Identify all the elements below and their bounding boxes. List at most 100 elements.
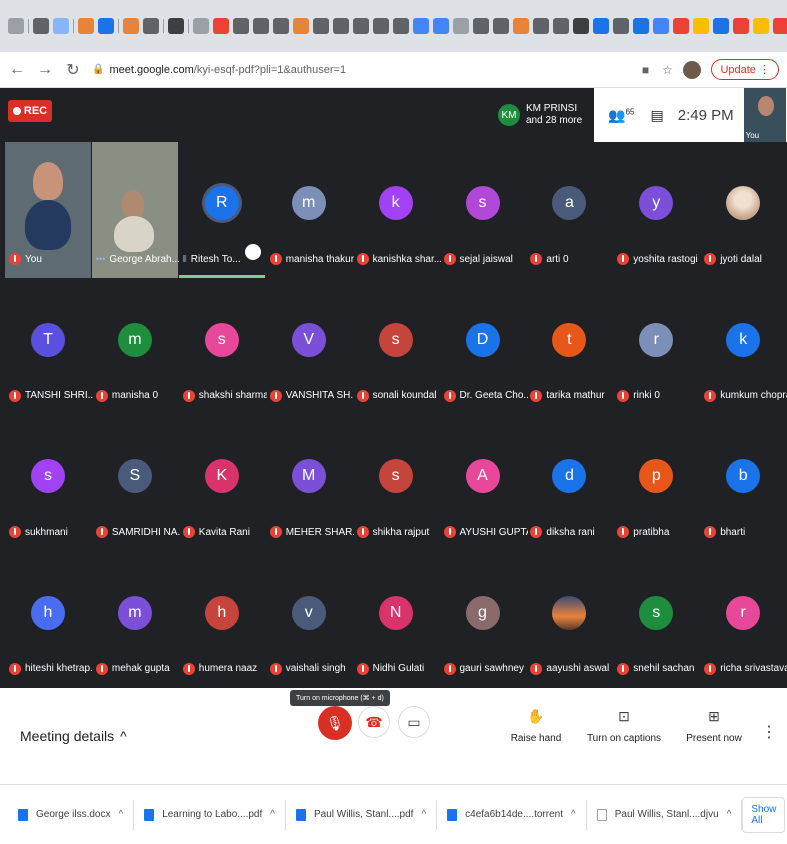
tab-favicon[interactable] (8, 18, 24, 34)
participant-tile[interactable]: aayushi aswal (526, 552, 612, 688)
participant-tile[interactable]: a arti 0 (526, 142, 612, 278)
tab-favicon[interactable] (123, 18, 139, 34)
tab-favicon[interactable] (493, 18, 509, 34)
participant-tile[interactable]: h humera naaz (179, 552, 265, 688)
tab-favicon[interactable] (413, 18, 429, 34)
chevron-up-icon[interactable]: ^ (727, 809, 732, 820)
tab-favicon[interactable] (273, 18, 289, 34)
self-view-thumbnail[interactable]: You (743, 88, 786, 142)
presenter-info[interactable]: KM KM PRINSI and 28 more (494, 88, 595, 142)
participant-tile[interactable]: d diksha rani (526, 415, 612, 551)
tab-favicon[interactable] (213, 18, 229, 34)
tab-favicon[interactable] (733, 18, 749, 34)
tab-favicon[interactable] (78, 18, 94, 34)
url-field[interactable]: 🔒 meet.google.com/kyi-esqf-pdf?pli=1&aut… (92, 64, 629, 76)
download-item[interactable]: Paul Willis, Stanl....djvu ^ (587, 799, 743, 830)
show-all-button[interactable]: Show All (742, 796, 786, 833)
participant-tile[interactable]: m mehak gupta (92, 552, 178, 688)
participant-tile[interactable]: p pratibha (613, 415, 699, 551)
lock-icon[interactable]: 🔒 (92, 64, 104, 75)
participant-tile[interactable]: V VANSHITA SH... (266, 279, 354, 415)
tab-favicon[interactable] (573, 18, 589, 34)
bookmark-star-icon[interactable]: ☆ (661, 64, 673, 76)
tab-favicon[interactable] (773, 18, 787, 34)
participant-tile[interactable]: b bharti (700, 415, 786, 551)
present-now-button[interactable]: ⊞ Present now (674, 708, 754, 744)
participant-tile[interactable]: m manisha thakur (266, 142, 354, 278)
participant-tile[interactable]: g gauri sawhney (440, 552, 526, 688)
more-options-icon[interactable]: ⋮ (761, 722, 777, 742)
tab-favicon[interactable] (633, 18, 649, 34)
participant-tile[interactable]: s shakshi sharma (179, 279, 267, 415)
chevron-up-icon[interactable]: ^ (421, 809, 426, 820)
tab-favicon[interactable] (553, 18, 569, 34)
download-item[interactable]: c4efa6b14de....torrent ^ (437, 799, 587, 830)
tab-favicon[interactable] (513, 18, 529, 34)
tab-favicon[interactable] (333, 18, 349, 34)
download-item[interactable]: George ilss.docx ^ (8, 799, 135, 830)
participant-tile[interactable]: v vaishali singh (266, 552, 352, 688)
people-icon[interactable]: 👥65 (608, 107, 634, 124)
participant-tile[interactable]: S SAMRIDHI NA... (92, 415, 180, 551)
tab-favicon[interactable] (533, 18, 549, 34)
participant-tile[interactable]: k kanishka shar... (353, 142, 441, 278)
tab-favicon[interactable] (313, 18, 329, 34)
tab-favicon[interactable] (613, 18, 629, 34)
mic-toggle-button[interactable]: 🎙 (318, 706, 352, 740)
participant-tile[interactable]: r rinki 0 (613, 279, 699, 415)
participant-tile[interactable]: s snehil sachan (613, 552, 699, 688)
tab-favicon[interactable] (33, 18, 49, 34)
tab-favicon[interactable] (593, 18, 609, 34)
meeting-details-button[interactable]: Meeting details ^ (20, 728, 127, 744)
download-item[interactable]: Learning to Labo....pdf ^ (134, 799, 286, 830)
participant-tile[interactable]: h hiteshi khetrap... (5, 552, 93, 688)
participant-tile[interactable]: r richa srivastava (700, 552, 787, 688)
leave-call-button[interactable]: ☎ (358, 706, 390, 738)
download-item[interactable]: Paul Willis, Stanl....pdf ^ (286, 799, 438, 830)
tab-favicon[interactable] (693, 18, 709, 34)
tab-favicon[interactable] (143, 18, 159, 34)
participant-tile[interactable]: D Dr. Geeta Cho... (440, 279, 528, 415)
tab-favicon[interactable] (98, 18, 114, 34)
participant-tile[interactable]: K Kavita Rani (179, 415, 265, 551)
profile-avatar[interactable] (683, 60, 702, 79)
tab-favicon[interactable] (713, 18, 729, 34)
tab-favicon[interactable] (753, 18, 769, 34)
participant-tile[interactable]: t tarika mathur (526, 279, 612, 415)
tab-favicon[interactable] (233, 18, 249, 34)
back-arrow-icon[interactable]: ← (8, 61, 26, 79)
participant-tile[interactable]: N Nidhi Gulati (353, 552, 439, 688)
chevron-up-icon[interactable]: ^ (270, 809, 275, 820)
participant-tile[interactable]: k kumkum chopra (700, 279, 787, 415)
chat-icon[interactable]: ▤ (651, 107, 664, 124)
captions-button[interactable]: ⊡ Turn on captions (582, 708, 666, 744)
participant-tile[interactable]: jyoti dalal (700, 142, 786, 278)
participant-tile[interactable]: M MEHER SHAR... (266, 415, 354, 551)
tab-favicon[interactable] (253, 18, 269, 34)
participant-tile[interactable]: You (5, 142, 91, 278)
tab-favicon[interactable] (393, 18, 409, 34)
tab-favicon[interactable] (673, 18, 689, 34)
tab-favicon[interactable] (653, 18, 669, 34)
camera-toggle-button[interactable]: ▭ (398, 706, 430, 738)
tab-favicon[interactable] (453, 18, 469, 34)
update-button[interactable]: Update ⋮ (711, 59, 779, 80)
tab-favicon[interactable] (373, 18, 389, 34)
participant-tile[interactable]: y yoshita rastogi (613, 142, 699, 278)
raise-hand-button[interactable]: ✋ Raise hand (496, 708, 576, 744)
pin-icon[interactable] (244, 244, 261, 260)
tab-favicon[interactable] (433, 18, 449, 34)
chevron-up-icon[interactable]: ^ (118, 809, 123, 820)
tab-favicon[interactable] (473, 18, 489, 34)
camera-indicator-icon[interactable]: ■ (639, 64, 651, 76)
tab-favicon[interactable] (193, 18, 209, 34)
participant-tile[interactable]: s shikha rajput (353, 415, 439, 551)
tab-favicon[interactable] (293, 18, 309, 34)
participant-tile[interactable]: ••• George Abrah... (91, 142, 180, 278)
participant-tile[interactable]: s sonali koundal (353, 279, 439, 415)
tab-favicon[interactable] (353, 18, 369, 34)
forward-arrow-icon[interactable]: → (36, 61, 54, 79)
participant-tile[interactable]: R ⦀ Ritesh To... (178, 142, 265, 278)
participant-tile[interactable]: s sukhmani (5, 415, 91, 551)
reload-icon[interactable]: ↻ (64, 60, 82, 80)
